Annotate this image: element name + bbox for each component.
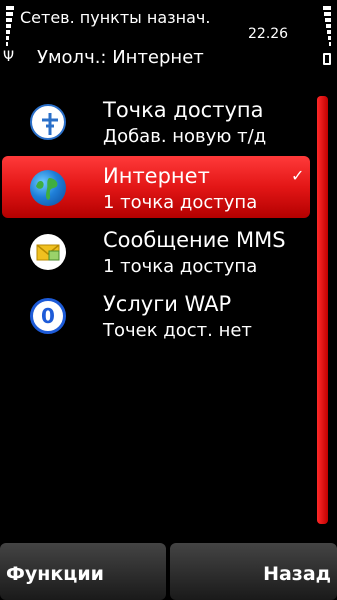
list-item-internet[interactable]: Интернет 1 точка доступа ✓ [2,156,310,218]
battery-level-icon [323,6,331,52]
item-name: Услуги WAP [103,292,232,316]
antenna-icon: Ψ [3,49,15,65]
options-softkey[interactable]: Функции [0,543,166,600]
item-name: Сообщение MMS [103,228,286,252]
default-destination: Умолч.: Интернет [37,47,204,68]
mms-envelope-icon [30,234,66,270]
item-subtitle: Точек дост. нет [103,320,252,341]
battery-icon [323,53,331,65]
item-name: Точка доступа [103,98,264,122]
signal-strength-icon [6,6,14,52]
item-subtitle: 1 точка доступа [103,192,258,213]
globe-icon [30,170,66,206]
item-subtitle: Добав. новую т/д [103,126,267,147]
item-subtitle: 1 точка доступа [103,256,258,277]
back-softkey[interactable]: Назад [170,543,337,600]
clock: 22.26 [248,26,289,42]
list-item-wap[interactable]: 0 Услуги WAP Точек дост. нет [2,284,310,346]
list-item-access-point[interactable]: Точка доступа Добав. новую т/д [2,90,310,152]
default-check-icon: ✓ [291,166,305,185]
softkey-bar: Функции Назад [0,543,337,600]
status-bar: Ψ Сетев. пункты назнач. 22.26 Умолч.: Ин… [0,0,337,82]
wap-icon: 0 [30,298,66,334]
access-point-icon [30,104,66,140]
scrollbar-thumb[interactable] [317,96,328,524]
item-name: Интернет [103,164,210,188]
page-title: Сетев. пункты назнач. [20,8,211,27]
list-item-mms[interactable]: Сообщение MMS 1 точка доступа [2,220,310,282]
